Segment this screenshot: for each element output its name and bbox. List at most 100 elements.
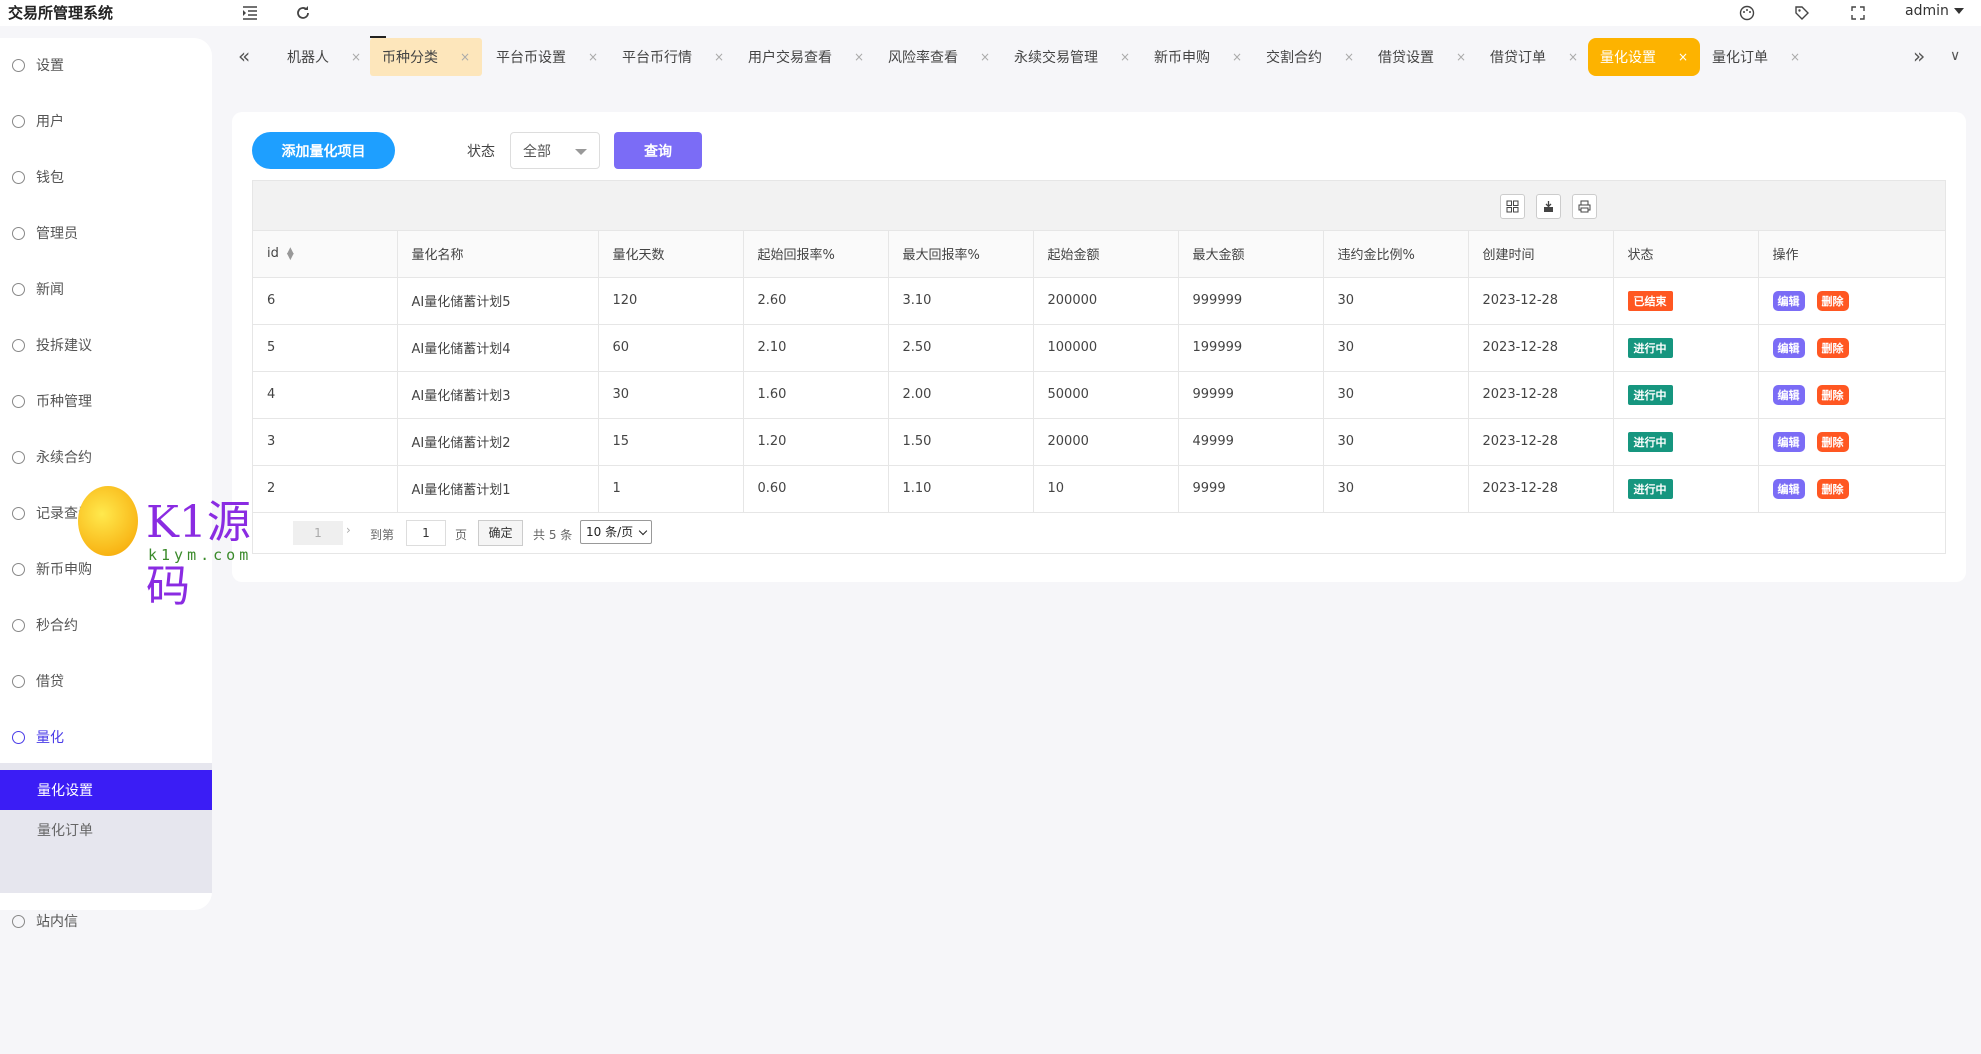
chevron-right-icon[interactable]: › (346, 523, 351, 537)
theme-icon[interactable] (1737, 3, 1757, 23)
sidebar-item-news[interactable]: 新闻 (0, 269, 212, 309)
close-icon[interactable]: × (1568, 50, 1578, 64)
close-icon[interactable]: × (460, 50, 470, 64)
columns-icon[interactable] (1500, 194, 1525, 219)
tab-risk-rate[interactable]: 风险率查看 × (876, 38, 990, 76)
close-icon[interactable]: × (1232, 50, 1242, 64)
tab-label: 借贷订单 (1490, 50, 1546, 66)
user-icon (12, 114, 25, 128)
cell-max-amount: 99999 (1178, 371, 1324, 419)
cell-id: 5 (253, 324, 398, 372)
sidebar-item-users[interactable]: 用户 (0, 101, 212, 141)
refresh-icon[interactable] (293, 3, 313, 23)
close-icon[interactable]: × (1790, 50, 1800, 64)
column-header: 量化天数 (598, 231, 744, 278)
tab-currency-category[interactable]: 币种分类 × (370, 36, 482, 76)
tab-platform-coin-market[interactable]: 平台币行情 × (610, 38, 724, 76)
tab-delivery-contract[interactable]: 交割合约 × (1254, 38, 1354, 76)
print-icon[interactable] (1572, 194, 1597, 219)
delete-button[interactable]: 删除 (1816, 290, 1849, 311)
watermark-logo: K1源码 k1ym.com (78, 484, 288, 612)
edit-button[interactable]: 编辑 (1772, 431, 1805, 452)
close-icon[interactable]: × (714, 50, 724, 64)
cell-penalty: 30 (1323, 371, 1469, 419)
sidebar-item-inbox[interactable]: 站内信 (0, 901, 212, 941)
status-select[interactable]: 全部 (510, 132, 600, 169)
sidebar-item-settings[interactable]: 设置 (0, 45, 212, 85)
sidebar-item-feedback[interactable]: 投拆建议 (0, 325, 212, 365)
sidebar-item-currency[interactable]: 币种管理 (0, 381, 212, 421)
query-button[interactable]: 查询 (614, 132, 702, 169)
sort-icon[interactable]: ▲ ▼ (287, 246, 294, 261)
goto-confirm-button[interactable]: 确定 (478, 519, 523, 546)
sidebar-item-perpetual[interactable]: 永续合约 (0, 437, 212, 477)
column-header: 起始回报率% (743, 231, 889, 278)
status-badge: 进行中 (1627, 384, 1673, 405)
tabs-scroll-left-icon[interactable]: « (238, 44, 250, 68)
tab-label: 量化设置 (1600, 50, 1656, 66)
sidebar-item-label: 站内信 (36, 914, 78, 930)
page-size-select[interactable]: 10 条/页 (580, 519, 652, 544)
tab-label: 量化订单 (1712, 50, 1768, 66)
tab-platform-coin-settings[interactable]: 平台币设置 × (484, 38, 598, 76)
close-icon[interactable]: × (1456, 50, 1466, 64)
sidebar-item-label: 秒合约 (36, 618, 78, 634)
shield-icon (12, 226, 25, 240)
tabs-scroll-right-icon[interactable]: » (1913, 44, 1925, 68)
fullscreen-icon[interactable] (1848, 3, 1868, 23)
sidebar-item-label: 管理员 (36, 226, 78, 242)
tab-quant-orders[interactable]: 量化订单 × (1700, 38, 1800, 76)
sidebar-item-admins[interactable]: 管理员 (0, 213, 212, 253)
edit-button[interactable]: 编辑 (1772, 290, 1805, 311)
submenu-item-quant-settings[interactable]: 量化设置 (0, 770, 212, 810)
tab-label: 永续交易管理 (1014, 50, 1098, 66)
user-menu[interactable]: admin (1905, 3, 1964, 19)
delete-button[interactable]: 删除 (1816, 384, 1849, 405)
close-icon[interactable]: × (854, 50, 864, 64)
tab-user-trades[interactable]: 用户交易查看 × (736, 38, 864, 76)
sidebar-item-loan[interactable]: 借贷 (0, 661, 212, 701)
tab-ipo[interactable]: 新币申购 × (1142, 38, 1242, 76)
tabs-menu-chevron-down-icon[interactable]: ∨ (1950, 48, 1960, 64)
sun-logo-icon (78, 486, 138, 556)
cell-created: 2023-12-28 (1468, 324, 1614, 372)
watermark-url: k1ym.com (148, 546, 253, 564)
status-badge: 进行中 (1627, 337, 1673, 358)
tab-loan-settings[interactable]: 借贷设置 × (1366, 38, 1466, 76)
close-icon[interactable]: × (1344, 50, 1354, 64)
tab-perpetual-trades[interactable]: 永续交易管理 × (1002, 38, 1130, 76)
delete-button[interactable]: 删除 (1816, 337, 1849, 358)
edit-button[interactable]: 编辑 (1772, 478, 1805, 499)
tab-robot[interactable]: 机器人 × (275, 38, 361, 76)
column-header[interactable]: id ▲ ▼ (253, 231, 398, 278)
delete-button[interactable]: 删除 (1816, 478, 1849, 499)
close-icon[interactable]: × (1678, 50, 1688, 64)
close-icon[interactable]: × (1120, 50, 1130, 64)
close-icon[interactable]: × (351, 50, 361, 64)
close-icon[interactable]: × (588, 50, 598, 64)
cell-name: AI量化储蓄计划3 (397, 371, 599, 419)
sidebar-item-wallet[interactable]: 钱包 (0, 157, 212, 197)
add-quant-button[interactable]: 添加量化项目 (252, 132, 395, 169)
table-row: 2 AI量化储蓄计划1 1 0.60 1.10 10 9999 30 2023-… (253, 465, 1945, 513)
goto-page-input[interactable]: 1 (406, 519, 446, 546)
tab-quant-settings[interactable]: 量化设置 × (1588, 38, 1700, 76)
tag-icon[interactable] (1792, 3, 1812, 23)
tab-label: 平台币设置 (496, 50, 566, 66)
sidebar-item-quant[interactable]: 量化 (0, 717, 212, 757)
current-page[interactable]: 1 (293, 520, 343, 545)
export-icon[interactable] (1536, 194, 1561, 219)
status-filter-label: 状态 (467, 144, 495, 160)
data-table: id ▲ ▼ 量化名称 量化天数 起始回报率% 最大回报率% 起始金额 最大金额 违… (252, 180, 1946, 554)
table-row: 6 AI量化储蓄计划5 120 2.60 3.10 200000 999999 … (253, 277, 1945, 325)
submenu-item-quant-orders[interactable]: 量化订单 (0, 810, 212, 850)
tab-loan-orders[interactable]: 借贷订单 × (1478, 38, 1578, 76)
tab-label: 交割合约 (1266, 50, 1322, 66)
column-header: 操作 (1758, 231, 1945, 278)
delete-button[interactable]: 删除 (1816, 431, 1849, 452)
edit-button[interactable]: 编辑 (1772, 337, 1805, 358)
close-icon[interactable]: × (980, 50, 990, 64)
edit-button[interactable]: 编辑 (1772, 384, 1805, 405)
menu-fold-icon[interactable] (240, 3, 260, 23)
table-toolbar (253, 181, 1945, 231)
